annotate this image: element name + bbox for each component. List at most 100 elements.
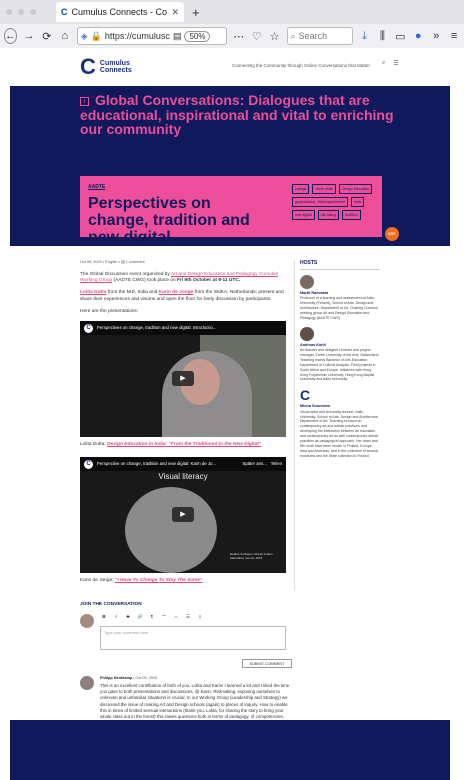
paragraph-icon[interactable]: ¶ [148, 614, 156, 623]
lolita-dutta-link[interactable]: Lolita Dutta [80, 290, 106, 295]
reader-view-icon[interactable]: ▤ [173, 31, 182, 42]
host-bio: Professor of a learning and assessment a… [300, 296, 378, 320]
logo-mark-icon: C [80, 54, 96, 79]
account-icon[interactable]: ● [412, 28, 424, 44]
page-actions-icon[interactable]: ⋯ [233, 28, 245, 44]
library-icon[interactable]: ⫼ [376, 28, 388, 44]
menu-icon[interactable]: ≡ [448, 28, 460, 44]
video-1-caption-link[interactable]: Design Education in India: “From the Tra… [107, 442, 261, 447]
shield-icon: ◈ [80, 30, 88, 41]
back-arrow-icon[interactable]: ← [4, 28, 17, 44]
comment-form: JOIN THE CONVERSATION B I S 🔗 ¶ “” ‹› ☰ … [80, 602, 310, 668]
bookmark-star-icon[interactable]: ☆ [269, 28, 281, 44]
close-tab-icon[interactable]: ✕ [171, 7, 179, 18]
new-tab-icon[interactable]: + [192, 5, 200, 20]
download-icon[interactable]: ⤓ [359, 28, 371, 44]
nav-bar: ← → ⟳ ⌂ ◈ 🔒 https://cumulusc ▤ 50% ⋯ ♡ ☆… [0, 24, 464, 48]
presenters-paragraph: Lolita Dutta from the NID, India and Kar… [80, 290, 286, 304]
tag-chip[interactable]: India [350, 197, 365, 207]
cumulus-favicon-icon: C [61, 7, 68, 17]
video-2-slide-title: Visual literacy [158, 472, 208, 482]
video-2-caption-link[interactable]: “I Have To Change To Stay The Same” [115, 578, 202, 583]
hero-band: ‹ Global Conversations: Dialogues that ar… [10, 86, 450, 246]
sidebar-icon[interactable]: ▭ [394, 28, 406, 44]
edit-button[interactable]: EDIT [385, 227, 399, 241]
strikethrough-icon[interactable]: S [124, 614, 132, 623]
forward-arrow-icon[interactable]: → [23, 28, 35, 44]
join-heading: JOIN THE CONVERSATION [80, 602, 142, 607]
post-category[interactable]: AADTE [88, 184, 105, 190]
code-icon[interactable]: ‹› [172, 614, 180, 623]
cumulus-logo[interactable]: C Cumulus Connects [80, 56, 132, 78]
video-2-caption-author: Karin de Jonge: [80, 578, 115, 584]
video-2-title[interactable]: Perspective on change, tradition and new… [97, 461, 238, 467]
video-2-title-bar: C Perspective on change, tradition and n… [80, 457, 286, 472]
overflow-icon[interactable]: » [430, 28, 442, 44]
page-scrollbar[interactable] [450, 48, 464, 780]
tag-chip[interactable]: tradition [342, 210, 361, 220]
browser-tab[interactable]: C Cumulus Connects - Connectin ✕ [56, 2, 184, 22]
host-card: C Minna Suominen Visual artist and Unive… [300, 388, 380, 458]
watch-later-button[interactable]: Später ans... [242, 461, 266, 467]
video-player-2[interactable]: Visual literacy Nadine Schlieper, Robert… [80, 457, 286, 574]
site-menu-icon[interactable]: ☰ [393, 60, 398, 67]
intro-paragraph: The Global Discussion event organized by… [80, 272, 286, 286]
video-1-play-button[interactable]: ▶ [172, 371, 194, 387]
event-date: Fri 9th October at 9-11 UTC. [176, 278, 241, 284]
video-2-play-button[interactable]: ▶ [172, 507, 194, 523]
channel-logo-icon: C [84, 323, 93, 333]
site-footer [10, 720, 450, 780]
bold-icon[interactable]: B [100, 614, 108, 623]
url-bar[interactable]: ◈ 🔒 https://cumulusc ▤ 50% [76, 27, 227, 45]
window-maximize-button[interactable] [30, 9, 36, 15]
video-player-1[interactable]: C Perspectives on change, tradition and … [80, 321, 286, 438]
post-meta: Oct 09, 2020 • English • ▤ 1 comment [80, 260, 145, 264]
unordered-list-icon[interactable]: ☰ [184, 614, 192, 623]
comment-input[interactable]: Type your comment here [100, 626, 286, 650]
italic-icon[interactable]: I [112, 614, 120, 623]
logo-line-2: Connects [99, 67, 132, 74]
video-2-slide-caption: Nadine Schlieper, Robert Fulton Alternat… [230, 552, 273, 561]
site-header: C Cumulus Connects Connecting the Commun… [10, 48, 450, 86]
search-icon: ⌕ [290, 30, 296, 41]
ordered-list-icon[interactable]: ≡ [196, 614, 204, 623]
intro-text: The Global Discussion event organized by [80, 271, 171, 277]
tag-chip[interactable]: gowestafrica - thinkingcwinarnet [292, 197, 348, 207]
submit-comment-button[interactable]: SUBMIT COMMENT [242, 659, 292, 668]
hosts-heading: HOSTS [300, 260, 380, 270]
video-1-title[interactable]: Perspectives on change, tradition and ne… [97, 325, 216, 331]
video-2-moon-image [125, 487, 217, 574]
window-minimize-button[interactable] [18, 9, 24, 15]
host-avatar-logo-icon: C [300, 388, 314, 403]
comment-author[interactable]: Philipp Nerdkamp [100, 676, 132, 680]
presentations-intro: Here are the presentations: [80, 309, 139, 315]
tag-chip[interactable]: circle of life [312, 184, 336, 194]
tag-chip[interactable]: change [292, 184, 310, 194]
browser-chrome: C Cumulus Connects - Connectin ✕ + ← → ⟳… [0, 0, 464, 48]
tag-chip[interactable]: risk taking [317, 210, 340, 220]
group-title: ‹ Global Conversations: Dialogues that ar… [80, 93, 400, 137]
zoom-level[interactable]: 50% [184, 30, 211, 42]
reload-icon[interactable]: ⟳ [41, 28, 53, 44]
tag-chip[interactable]: new digital [292, 210, 315, 220]
intro-text-2: (AADTE CWG) took place on [112, 278, 177, 284]
tag-chip[interactable]: Design Education [339, 184, 373, 194]
video-1-caption: Lolita Dutta: Design Education in India:… [80, 442, 286, 449]
search-field[interactable]: ⌕ Search [286, 27, 353, 45]
back-chevron-icon[interactable]: ‹ [80, 96, 89, 106]
commenter-avatar [80, 676, 94, 690]
link-icon[interactable]: 🔗 [136, 614, 144, 623]
user-avatar [80, 614, 94, 628]
share-button[interactable]: Teilen [271, 461, 282, 467]
tab-title: Cumulus Connects - Connectin [71, 7, 168, 17]
quote-icon[interactable]: “” [160, 614, 168, 623]
comment-date: | Oct 09, 2020 [133, 676, 158, 680]
site-search-icon[interactable]: ⌕ [382, 60, 385, 67]
pocket-icon[interactable]: ♡ [251, 28, 263, 44]
search-placeholder: Search [298, 31, 328, 41]
hosts-sidebar: HOSTS Martti Raevaara Professor of a lea… [300, 260, 380, 465]
host-bio: Art teacher and designer Lecturer and pr… [300, 348, 380, 382]
window-close-button[interactable] [6, 9, 12, 15]
karin-de-jonge-link[interactable]: Karin de Jonge [159, 290, 194, 295]
home-icon[interactable]: ⌂ [59, 28, 71, 44]
